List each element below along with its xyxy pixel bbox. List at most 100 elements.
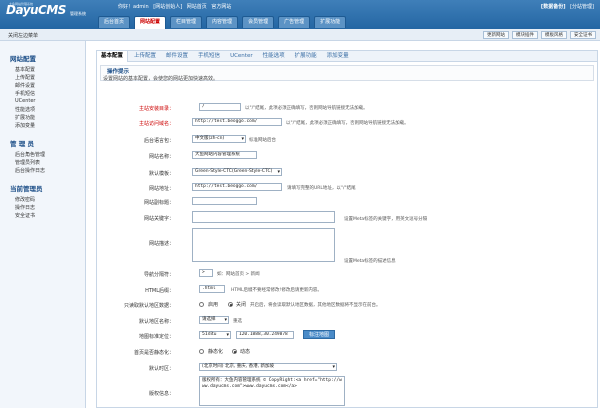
settings-tabs: 基本配置 上传配置 邮件设置 手机短信 UCenter 性能选项 扩展功能 添加…	[97, 51, 597, 62]
sidebar-item-op-log[interactable]: 操作日志	[15, 204, 35, 211]
timezone-select[interactable]: (北京时间) 北京, 重庆, 香港, 新加坡	[199, 363, 337, 371]
region-reselect-link[interactable]: 重选	[233, 318, 242, 324]
main-nav: 后台首页 网站配置 栏目管理 内容管理 会员管理 广告管理 扩展功能	[98, 16, 350, 29]
nav-tab-member[interactable]: 会员管理	[242, 16, 275, 28]
lang-label: 后台语言包：	[143, 138, 174, 144]
default-area-hint: 开启后，将会读取默认地区数据，其他地区数据将不显示在前台。	[250, 303, 381, 308]
official-site-link[interactable]: 官方网站	[211, 4, 231, 10]
sidebar-item-admin-list[interactable]: 管理员列表	[15, 159, 40, 166]
default-area-label: 只读取默认地区数据：	[123, 303, 174, 309]
sidebar-item-roles[interactable]: 后台角色管理	[15, 151, 45, 158]
security-cert-button[interactable]: 安全证书	[570, 31, 596, 39]
keywords-label: 网站关键字：	[143, 216, 174, 222]
nav-tab-category[interactable]: 栏目管理	[170, 16, 203, 28]
plugins-button[interactable]: 模块插件	[512, 31, 538, 39]
site-url-input[interactable]: http://test.beoggo.com/	[192, 183, 282, 191]
site-name-label: 网站名称：	[148, 154, 174, 160]
close-sidebar-link[interactable]: 关闭左边菜单	[8, 32, 38, 39]
home-url-hint: 以"/"结尾，此项必须正确填写，否则网站导航链接无法加载。	[286, 121, 409, 126]
sidebar-item-change-password[interactable]: 修改密码	[15, 196, 35, 203]
copyright-label: 版权信息：	[148, 391, 174, 397]
separator-hint: 如：网站首页 > 新闻	[217, 272, 260, 277]
site-home-link[interactable]: 网站首页	[187, 4, 207, 10]
site-name-input[interactable]: 大鱼网站内容管理系统	[192, 151, 257, 159]
html-suffix-hint: HTML后缀不要经常修改!修改后请更新内容。	[231, 288, 322, 293]
substation-link[interactable]: [分站管理]	[570, 4, 594, 10]
separator-input[interactable]: >	[199, 269, 213, 277]
html-suffix-label: HTML后缀：	[145, 288, 174, 294]
area-disable-text: 关闭	[236, 302, 247, 308]
sidebar-item-ucenter[interactable]: UCenter	[15, 98, 36, 104]
keywords-textarea[interactable]	[192, 211, 335, 223]
home-dir-label: 主站安装目录：	[138, 106, 174, 112]
sub-bar: 关闭左边菜单 更新网站 模块插件 模板风格 安全证书	[0, 29, 600, 41]
home-url-label: 主站访问域名：	[138, 121, 174, 127]
tab-extensions[interactable]: 扩展功能	[291, 51, 321, 62]
tab-basic[interactable]: 基本配置	[97, 51, 129, 62]
sidebar-item-upload[interactable]: 上传配置	[15, 74, 35, 81]
site-url-label: 网站地址：	[148, 186, 174, 192]
nav-tab-home[interactable]: 后台首页	[98, 16, 131, 28]
timezone-label: 默认时区：	[148, 366, 174, 372]
tab-upload[interactable]: 上传配置	[130, 51, 160, 62]
description-label: 网站描述：	[148, 241, 174, 247]
area-enable-text: 启用	[208, 302, 219, 308]
sidebar-item-basic[interactable]: 基本配置	[15, 66, 35, 73]
static-on-text: 静态化	[208, 349, 224, 355]
region-label: 默认地区名称：	[138, 319, 174, 325]
home-url-input[interactable]: http://test.beoggo.com/	[192, 118, 282, 126]
sidebar-item-admin-log[interactable]: 后台操作日志	[15, 167, 45, 174]
sidebar-item-extensions[interactable]: 扩展功能	[15, 114, 35, 121]
home-dir-hint: 以"/"结尾，此项必须正确填写，否则网站导航链接无法加载。	[245, 106, 368, 111]
tip-text: 设置网站的基本配置，会使您的网站更加快速高效。	[103, 76, 219, 82]
map-provider-select[interactable]: 51ditu	[199, 331, 231, 339]
nav-tab-site-config[interactable]: 网站配置	[134, 16, 167, 29]
subtitle-label: 网站副标题：	[143, 200, 174, 206]
static-off-radio[interactable]	[232, 349, 237, 354]
top-links: [数据备份] [分站管理]	[538, 3, 594, 10]
keywords-hint: 设置Meta标签的关键字，用英文逗号分隔	[344, 217, 428, 222]
update-site-button[interactable]: 更新网站	[483, 31, 509, 39]
map-coords-input[interactable]: 120.1888,30.249878	[236, 331, 294, 339]
sidebar-item-variables[interactable]: 添加变量	[15, 122, 35, 129]
area-enable-radio[interactable]	[199, 302, 204, 307]
welcome-role: [网站创始人]	[153, 4, 183, 10]
nav-tab-ads[interactable]: 广告管理	[278, 16, 311, 28]
data-backup-link[interactable]: [数据备份]	[541, 4, 566, 10]
tab-variables[interactable]: 添加变量	[323, 51, 353, 62]
sidebar-item-mail[interactable]: 邮件设置	[15, 82, 35, 89]
subtitle-input[interactable]	[192, 197, 257, 205]
tab-sms[interactable]: 手机短信	[194, 51, 224, 62]
quick-actions: 更新网站 模块插件 模板风格 安全证书	[480, 31, 596, 39]
welcome-user: 你好！admin	[118, 4, 149, 10]
copyright-textarea[interactable]: 版权所有：大鱼内容管理系统 © CopyRight:<a href="http:…	[199, 376, 345, 406]
sidebar-item-sms[interactable]: 手机短信	[15, 90, 35, 97]
lang-hint: 标准网站后台	[249, 138, 276, 143]
lang-select[interactable]: 中文版(zh-cn)	[192, 135, 246, 143]
sidebar-item-performance[interactable]: 性能选项	[15, 106, 35, 113]
sidebar-item-cert[interactable]: 安全证书	[15, 212, 35, 219]
home-dir-input[interactable]: /	[199, 103, 241, 111]
tab-performance[interactable]: 性能选项	[259, 51, 289, 62]
mark-map-button[interactable]: 标注地图	[303, 330, 336, 339]
description-textarea[interactable]	[192, 228, 335, 262]
tab-ucenter[interactable]: UCenter	[226, 51, 257, 62]
sidebar-group-current-admin[interactable]: 当前管理员	[10, 183, 43, 193]
templates-button[interactable]: 模板风格	[541, 31, 567, 39]
area-disable-radio[interactable]	[228, 302, 233, 307]
html-suffix-input[interactable]: .html	[199, 285, 225, 293]
sidebar-group-site-config[interactable]: 网站配置	[10, 53, 36, 63]
tab-mail[interactable]: 邮件设置	[162, 51, 192, 62]
logo[interactable]: DayuCMS	[6, 3, 66, 17]
static-on-radio[interactable]	[199, 349, 204, 354]
sidebar: 网站配置 基本配置 上传配置 邮件设置 手机短信 UCenter 性能选项 扩展…	[0, 41, 86, 408]
template-select[interactable]: Green-Style-CTC(Green-Style-CTC)	[192, 168, 282, 176]
template-label: 默认模板：	[148, 171, 174, 177]
sidebar-group-admins[interactable]: 管 理 员	[10, 138, 34, 148]
region-select[interactable]: 请选择	[199, 316, 229, 324]
description-hint: 设置Meta标签的描述信息	[344, 259, 396, 264]
nav-tab-content[interactable]: 内容管理	[206, 16, 239, 28]
site-url-hint: 请填写完整的URL地址，以"/"结尾	[287, 186, 356, 191]
nav-tab-extensions[interactable]: 扩展功能	[314, 16, 347, 28]
welcome-bar: 你好！admin [网站创始人] 网站首页 官方网站	[118, 3, 234, 10]
